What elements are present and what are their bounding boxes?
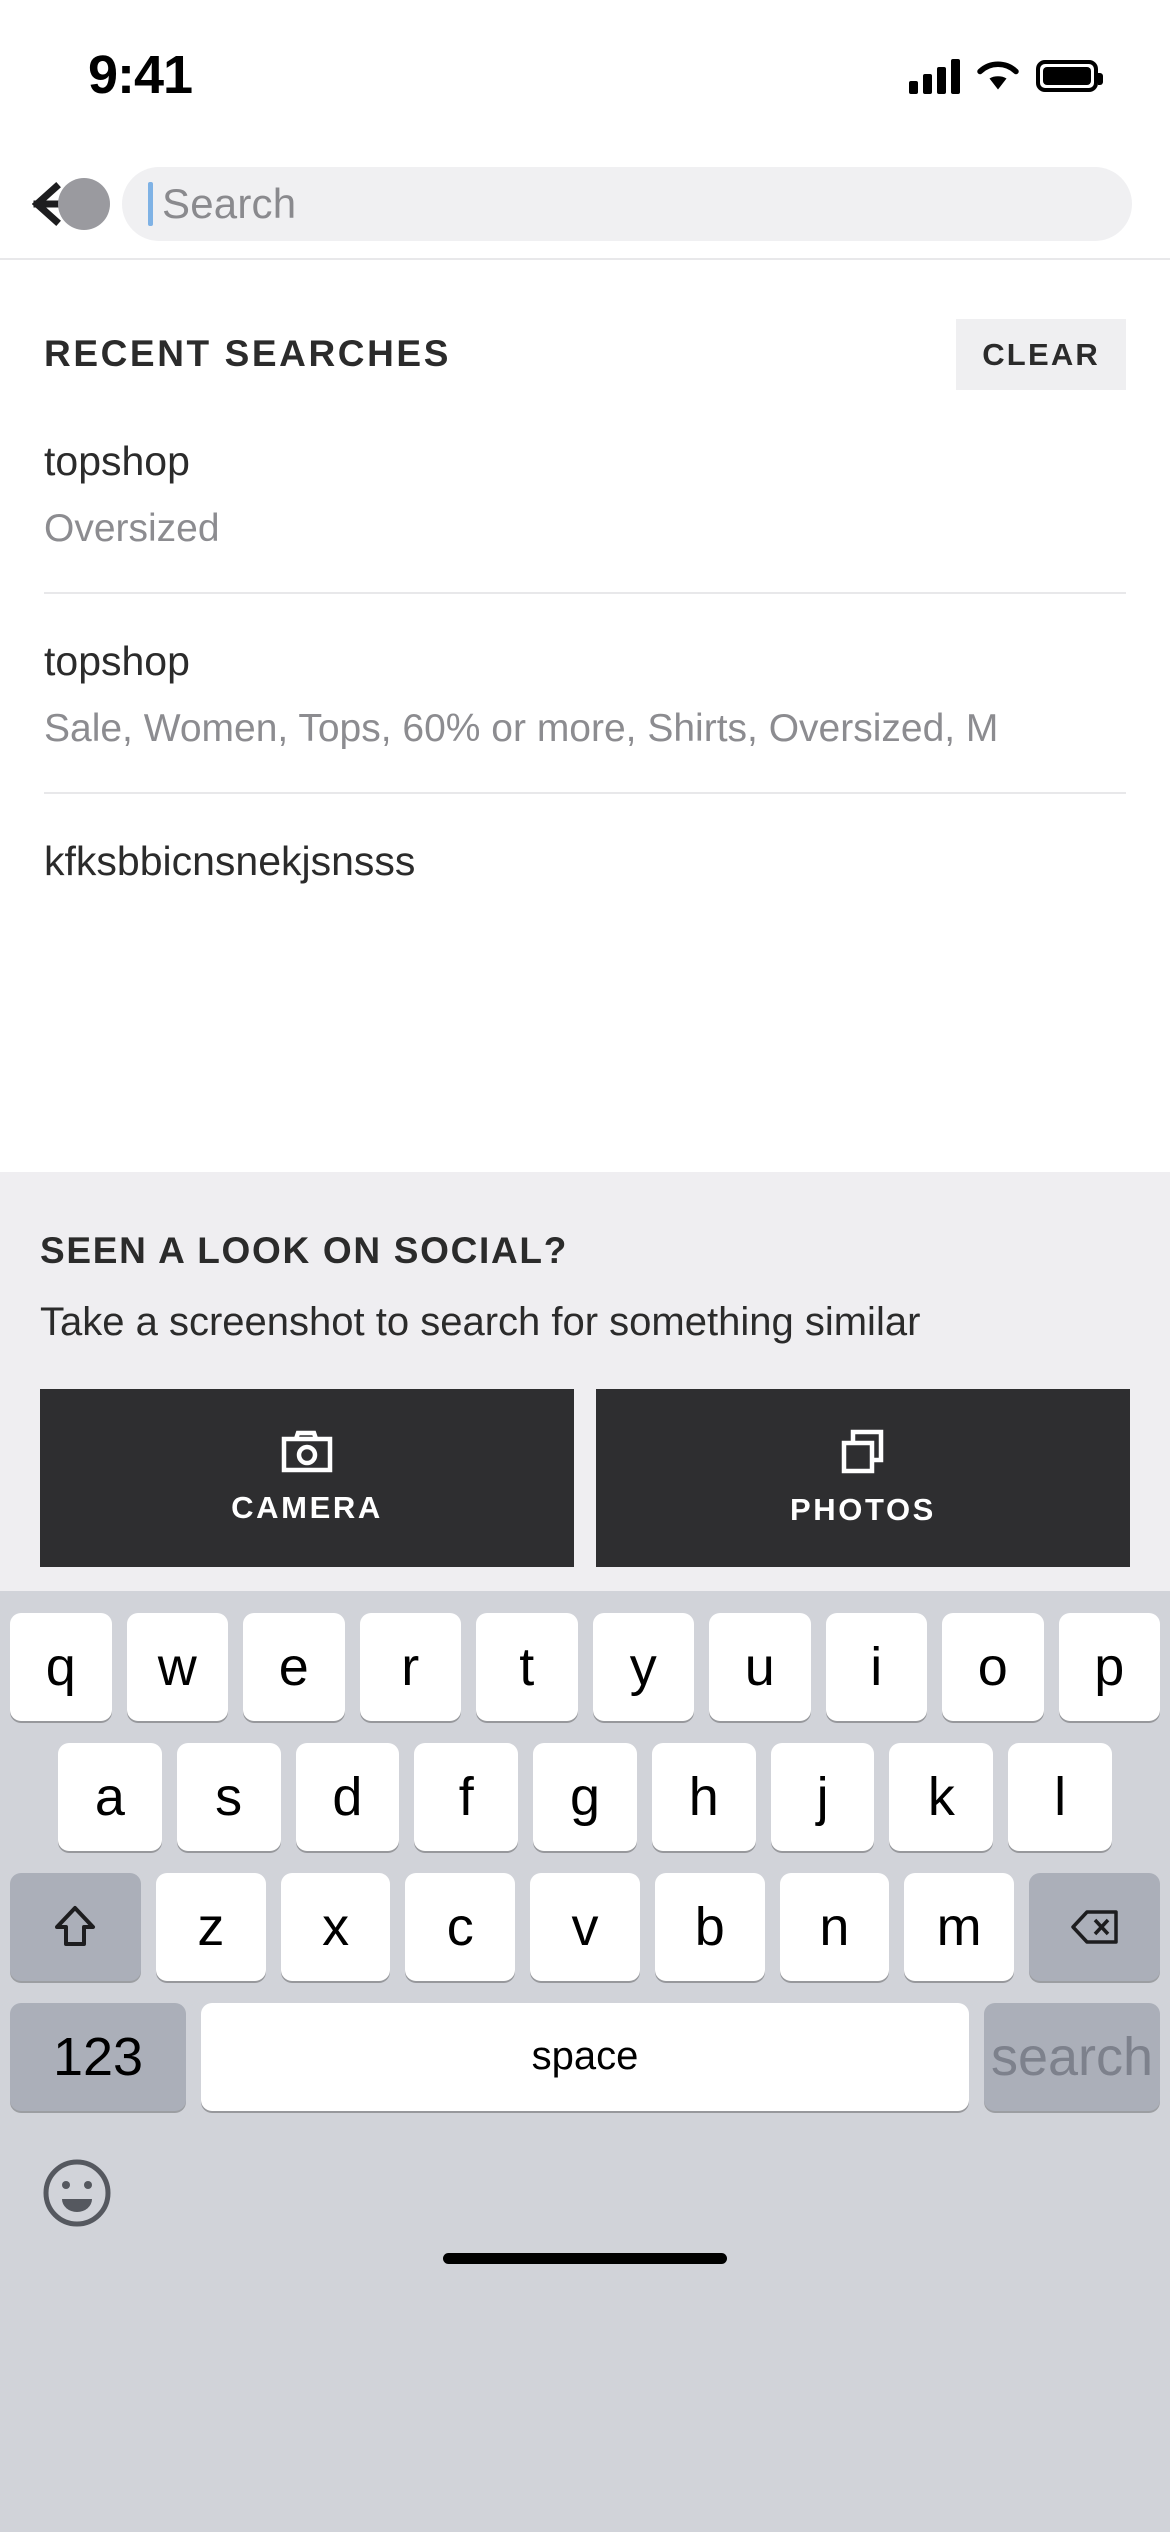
key-g[interactable]: g [533,1742,637,1851]
search-placeholder: Search [162,180,297,227]
key-m[interactable]: m [904,1872,1015,1981]
recent-item-filters: Oversized [44,507,220,551]
key-y[interactable]: y [592,1612,694,1721]
touch-point-indicator [58,178,110,230]
search-header: Search [0,150,1170,260]
backspace-key[interactable] [1029,1872,1161,1981]
status-bar: 9:41 [0,0,1170,150]
keyboard-row-2: a s d f g h j k l [0,1742,1170,1851]
search-key[interactable]: search [984,2002,1160,2111]
keyboard-row-3: z x c v b n m [0,1872,1170,1981]
key-r[interactable]: r [359,1612,461,1721]
key-k[interactable]: k [889,1742,994,1851]
keyboard-bottom-row [0,2111,1170,2253]
list-item[interactable]: kfksbbicnsnekjsnsss [44,794,1126,925]
shift-key[interactable] [9,1872,141,1981]
emoji-key[interactable] [34,2150,120,2236]
home-indicator-area [0,2252,1170,2286]
battery-icon [1036,60,1103,92]
emoji-key-icon [43,2159,111,2227]
key-l[interactable]: l [1008,1742,1113,1851]
social-panel-buttons: CAMERA PHOTOS [40,1388,1130,1591]
key-n[interactable]: n [779,1872,890,1981]
clear-button[interactable]: CLEAR [956,318,1126,390]
key-w[interactable]: w [126,1612,228,1721]
camera-button[interactable]: CAMERA [40,1388,574,1567]
keyboard-row-4: 123 space search [0,2002,1170,2111]
recent-item-term: topshop [44,637,190,684]
key-a[interactable]: a [57,1742,162,1851]
status-bar-time: 9:41 [88,45,193,105]
key-p[interactable]: p [1058,1612,1160,1721]
social-search-panel: SEEN A LOOK ON SOCIAL? Take a screenshot… [0,1171,1170,1591]
camera-icon [281,1430,333,1472]
recent-searches-list: topshop Oversized topshop Sale, Women, T… [0,394,1170,925]
shift-key-icon [55,1905,96,1946]
key-d[interactable]: d [295,1742,400,1851]
recent-item-filters: Sale, Women, Tops, 60% or more, Shirts, … [44,707,999,751]
key-e[interactable]: e [243,1612,345,1721]
recent-item-term: kfksbbicnsnekjsnsss [44,837,416,884]
space-key[interactable]: space [201,2002,969,2111]
camera-button-label: CAMERA [231,1489,383,1525]
key-v[interactable]: v [530,1872,640,1981]
key-o[interactable]: o [942,1612,1044,1721]
photos-button[interactable]: PHOTOS [596,1388,1130,1567]
text-caret [148,182,153,226]
key-h[interactable]: h [651,1742,756,1851]
cellular-signal-icon [909,58,960,94]
numbers-key[interactable]: 123 [10,2002,186,2111]
key-x[interactable]: x [280,1872,391,1981]
wifi-icon [976,58,1020,94]
social-panel-subtitle: Take a screenshot to search for somethin… [40,1299,921,1344]
keyboard-row-1: q w e r t y u i o p [0,1612,1170,1721]
key-c[interactable]: c [405,1872,516,1981]
photos-button-label: PHOTOS [790,1491,936,1527]
key-t[interactable]: t [476,1612,578,1721]
key-b[interactable]: b [654,1872,765,1981]
onscreen-keyboard: q w e r t y u i o p a s d f g h j k l z … [0,1590,1170,2532]
recent-searches-title: RECENT SEARCHES [44,333,451,374]
key-s[interactable]: s [176,1742,281,1851]
key-q[interactable]: q [10,1612,112,1721]
search-input[interactable]: Search [122,167,1132,241]
list-item[interactable]: topshop Oversized [44,394,1126,594]
list-item[interactable]: topshop Sale, Women, Tops, 60% or more, … [44,594,1126,794]
status-bar-indicators [909,48,1103,94]
key-f[interactable]: f [414,1742,519,1851]
key-i[interactable]: i [825,1612,927,1721]
back-button[interactable] [24,166,110,242]
social-panel-title: SEEN A LOOK ON SOCIAL? [40,1229,569,1271]
phone-screen: 9:41 Search RECENT SEARCHES CLEAR topsho… [0,0,1170,2532]
home-indicator [443,2252,727,2264]
backspace-key-icon [1070,1909,1118,1944]
key-z[interactable]: z [155,1872,266,1981]
key-j[interactable]: j [770,1742,875,1851]
recent-searches-header: RECENT SEARCHES CLEAR [0,260,1170,394]
content-spacer [0,925,1170,1172]
recent-item-term: topshop [44,438,190,484]
key-u[interactable]: u [709,1612,811,1721]
photos-stack-icon [841,1429,884,1473]
